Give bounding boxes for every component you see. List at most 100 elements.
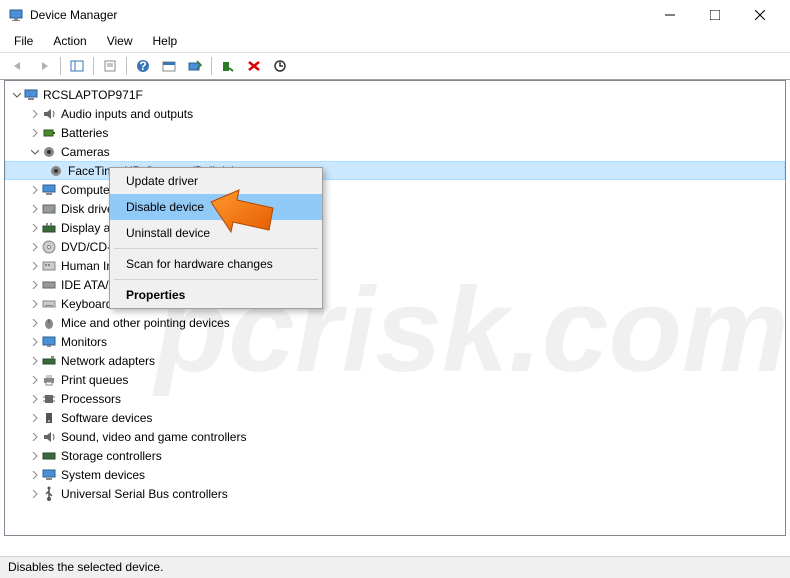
update-driver-button[interactable]: [268, 55, 292, 77]
chevron-right-icon[interactable]: [29, 319, 41, 327]
tree-item-label: Storage controllers: [61, 449, 162, 463]
keyboard-icon: [41, 296, 57, 312]
computer-icon: [41, 182, 57, 198]
chevron-right-icon[interactable]: [29, 357, 41, 365]
chevron-right-icon[interactable]: [29, 243, 41, 251]
maximize-button[interactable]: [692, 0, 737, 30]
mouse-icon: [41, 315, 57, 331]
tree-item-storage[interactable]: Storage controllers: [5, 446, 785, 465]
audio-icon: [41, 106, 57, 122]
window-title: Device Manager: [30, 8, 647, 22]
context-menu: Update driver Disable device Uninstall d…: [109, 167, 323, 309]
menu-file[interactable]: File: [6, 32, 41, 50]
tree-item-label: Software devices: [61, 411, 152, 425]
back-button[interactable]: [6, 55, 30, 77]
chevron-down-icon[interactable]: [29, 148, 41, 156]
tree-item-software[interactable]: Software devices: [5, 408, 785, 427]
scan-hardware-button[interactable]: [183, 55, 207, 77]
menu-help[interactable]: Help: [145, 32, 186, 50]
chevron-right-icon[interactable]: [29, 300, 41, 308]
computer-icon: [23, 87, 39, 103]
chevron-right-icon[interactable]: [29, 338, 41, 346]
tree-item-printqueues[interactable]: Print queues: [5, 370, 785, 389]
chevron-right-icon[interactable]: [29, 433, 41, 441]
chevron-right-icon[interactable]: [29, 129, 41, 137]
menu-view[interactable]: View: [99, 32, 141, 50]
toolbar-separator: [126, 57, 127, 75]
properties-button[interactable]: [98, 55, 122, 77]
disk-icon: [41, 201, 57, 217]
tree-root[interactable]: RCSLAPTOP971F: [5, 85, 785, 104]
processor-icon: [41, 391, 57, 407]
sound-icon: [41, 429, 57, 445]
chevron-right-icon[interactable]: [29, 224, 41, 232]
chevron-right-icon[interactable]: [29, 262, 41, 270]
ctx-uninstall-device[interactable]: Uninstall device: [110, 220, 322, 246]
tree-item-label: Computer: [61, 183, 114, 197]
menubar: File Action View Help: [0, 30, 790, 52]
tree-root-label: RCSLAPTOP971F: [43, 88, 143, 102]
uninstall-device-button[interactable]: [242, 55, 266, 77]
dvd-icon: [41, 239, 57, 255]
chevron-right-icon[interactable]: [29, 376, 41, 384]
tree-item-audio[interactable]: Audio inputs and outputs: [5, 104, 785, 123]
titlebar: Device Manager: [0, 0, 790, 30]
svg-text:?: ?: [139, 59, 146, 73]
tree-item-monitors[interactable]: Monitors: [5, 332, 785, 351]
chevron-right-icon[interactable]: [29, 414, 41, 422]
tree-item-cameras[interactable]: Cameras: [5, 142, 785, 161]
chevron-right-icon[interactable]: [29, 110, 41, 118]
tree-item-label: Monitors: [61, 335, 107, 349]
tree-item-label: Mice and other pointing devices: [61, 316, 230, 330]
forward-button[interactable]: [32, 55, 56, 77]
chevron-right-icon[interactable]: [29, 186, 41, 194]
tree-item-label: Processors: [61, 392, 121, 406]
tree-item-mice[interactable]: Mice and other pointing devices: [5, 313, 785, 332]
tree-item-label: Audio inputs and outputs: [61, 107, 193, 121]
printer-icon: [41, 372, 57, 388]
tree-item-sound[interactable]: Sound, video and game controllers: [5, 427, 785, 446]
tree-panel: pcrisk.com RCSLAPTOP971F Audio inputs an…: [4, 80, 786, 536]
usb-icon: [41, 486, 57, 502]
ctx-separator: [114, 279, 318, 280]
tree-item-batteries[interactable]: Batteries: [5, 123, 785, 142]
tree-item-processors[interactable]: Processors: [5, 389, 785, 408]
software-icon: [41, 410, 57, 426]
chevron-right-icon[interactable]: [29, 395, 41, 403]
show-hide-tree-button[interactable]: [65, 55, 89, 77]
ctx-properties[interactable]: Properties: [110, 282, 322, 308]
tree-item-network[interactable]: Network adapters: [5, 351, 785, 370]
tree-item-label: Batteries: [61, 126, 108, 140]
chevron-right-icon[interactable]: [29, 471, 41, 479]
tree-item-system[interactable]: System devices: [5, 465, 785, 484]
ctx-disable-device[interactable]: Disable device: [110, 194, 322, 220]
tree-item-label: Print queues: [61, 373, 128, 387]
tree-item-label: Sound, video and game controllers: [61, 430, 246, 444]
camera-icon: [41, 144, 57, 160]
system-icon: [41, 467, 57, 483]
monitor-icon: [41, 334, 57, 350]
toolbar: ?: [0, 52, 790, 80]
tree-item-label: System devices: [61, 468, 145, 482]
chevron-right-icon[interactable]: [29, 452, 41, 460]
chevron-down-icon[interactable]: [11, 91, 23, 99]
chevron-right-icon[interactable]: [29, 490, 41, 498]
chevron-right-icon[interactable]: [29, 281, 41, 289]
toolbar-separator: [211, 57, 212, 75]
ctx-update-driver[interactable]: Update driver: [110, 168, 322, 194]
menu-action[interactable]: Action: [45, 32, 94, 50]
tree-item-label: Network adapters: [61, 354, 155, 368]
minimize-button[interactable]: [647, 0, 692, 30]
tree-item-label: Cameras: [61, 145, 110, 159]
battery-icon: [41, 125, 57, 141]
calendar-button[interactable]: [157, 55, 181, 77]
chevron-right-icon[interactable]: [29, 205, 41, 213]
help-button[interactable]: ?: [131, 55, 155, 77]
close-button[interactable]: [737, 0, 782, 30]
tree-item-usb[interactable]: Universal Serial Bus controllers: [5, 484, 785, 503]
toolbar-separator: [60, 57, 61, 75]
window-controls: [647, 0, 782, 30]
enable-device-button[interactable]: [216, 55, 240, 77]
storage-icon: [41, 448, 57, 464]
ctx-scan-hardware[interactable]: Scan for hardware changes: [110, 251, 322, 277]
